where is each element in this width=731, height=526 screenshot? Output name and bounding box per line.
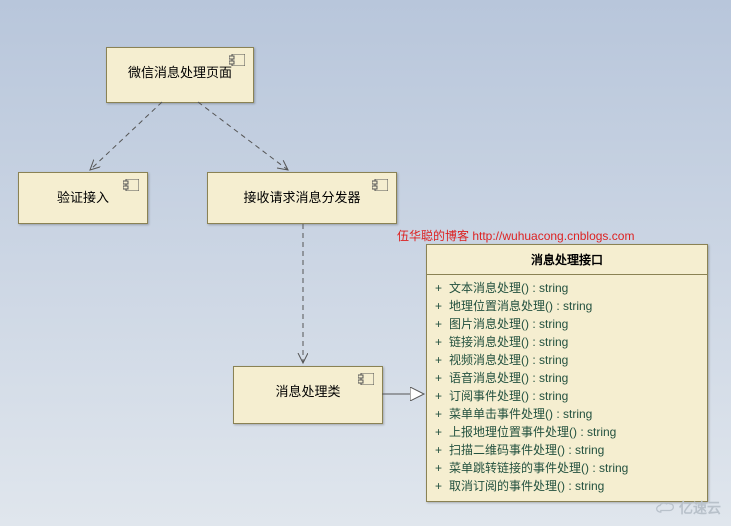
interface-operation: +地理位置消息处理() : string [435,297,699,315]
interface-operation: +图片消息处理() : string [435,315,699,333]
interface-operation: +扫描二维码事件处理() : string [435,441,699,459]
site-logo-text: 亿速云 [679,498,721,518]
interface-title: 消息处理接口 [427,245,707,275]
interface-operation: +链接消息处理() : string [435,333,699,351]
component-auth: 验证接入 [18,172,148,224]
component-icon [229,54,245,66]
component-icon [372,179,388,191]
interface-operation: +菜单单击事件处理() : string [435,405,699,423]
interface-operations: +文本消息处理() : string+地理位置消息处理() : string+图… [427,275,707,501]
interface-box: 消息处理接口 +文本消息处理() : string+地理位置消息处理() : s… [426,244,708,502]
component-icon [123,179,139,191]
interface-operation: +文本消息处理() : string [435,279,699,297]
component-page: 微信消息处理页面 [106,47,254,103]
site-logo: 亿速云 [655,498,721,518]
interface-operation: +上报地理位置事件处理() : string [435,423,699,441]
component-icon [358,373,374,385]
watermark-text: 伍华聪的博客 http://wuhuacong.cnblogs.com [397,227,634,244]
cloud-icon [655,501,675,515]
component-dispatcher: 接收请求消息分发器 [207,172,397,224]
component-handler: 消息处理类 [233,366,383,424]
interface-operation: +语音消息处理() : string [435,369,699,387]
interface-operation: +取消订阅的事件处理() : string [435,477,699,495]
component-dispatcher-label: 接收请求消息分发器 [208,173,396,220]
interface-operation: +菜单跳转链接的事件处理() : string [435,459,699,477]
edge-page-to-auth [90,102,162,170]
edge-page-to-dispatcher [198,102,288,170]
interface-operation: +订阅事件处理() : string [435,387,699,405]
interface-operation: +视频消息处理() : string [435,351,699,369]
